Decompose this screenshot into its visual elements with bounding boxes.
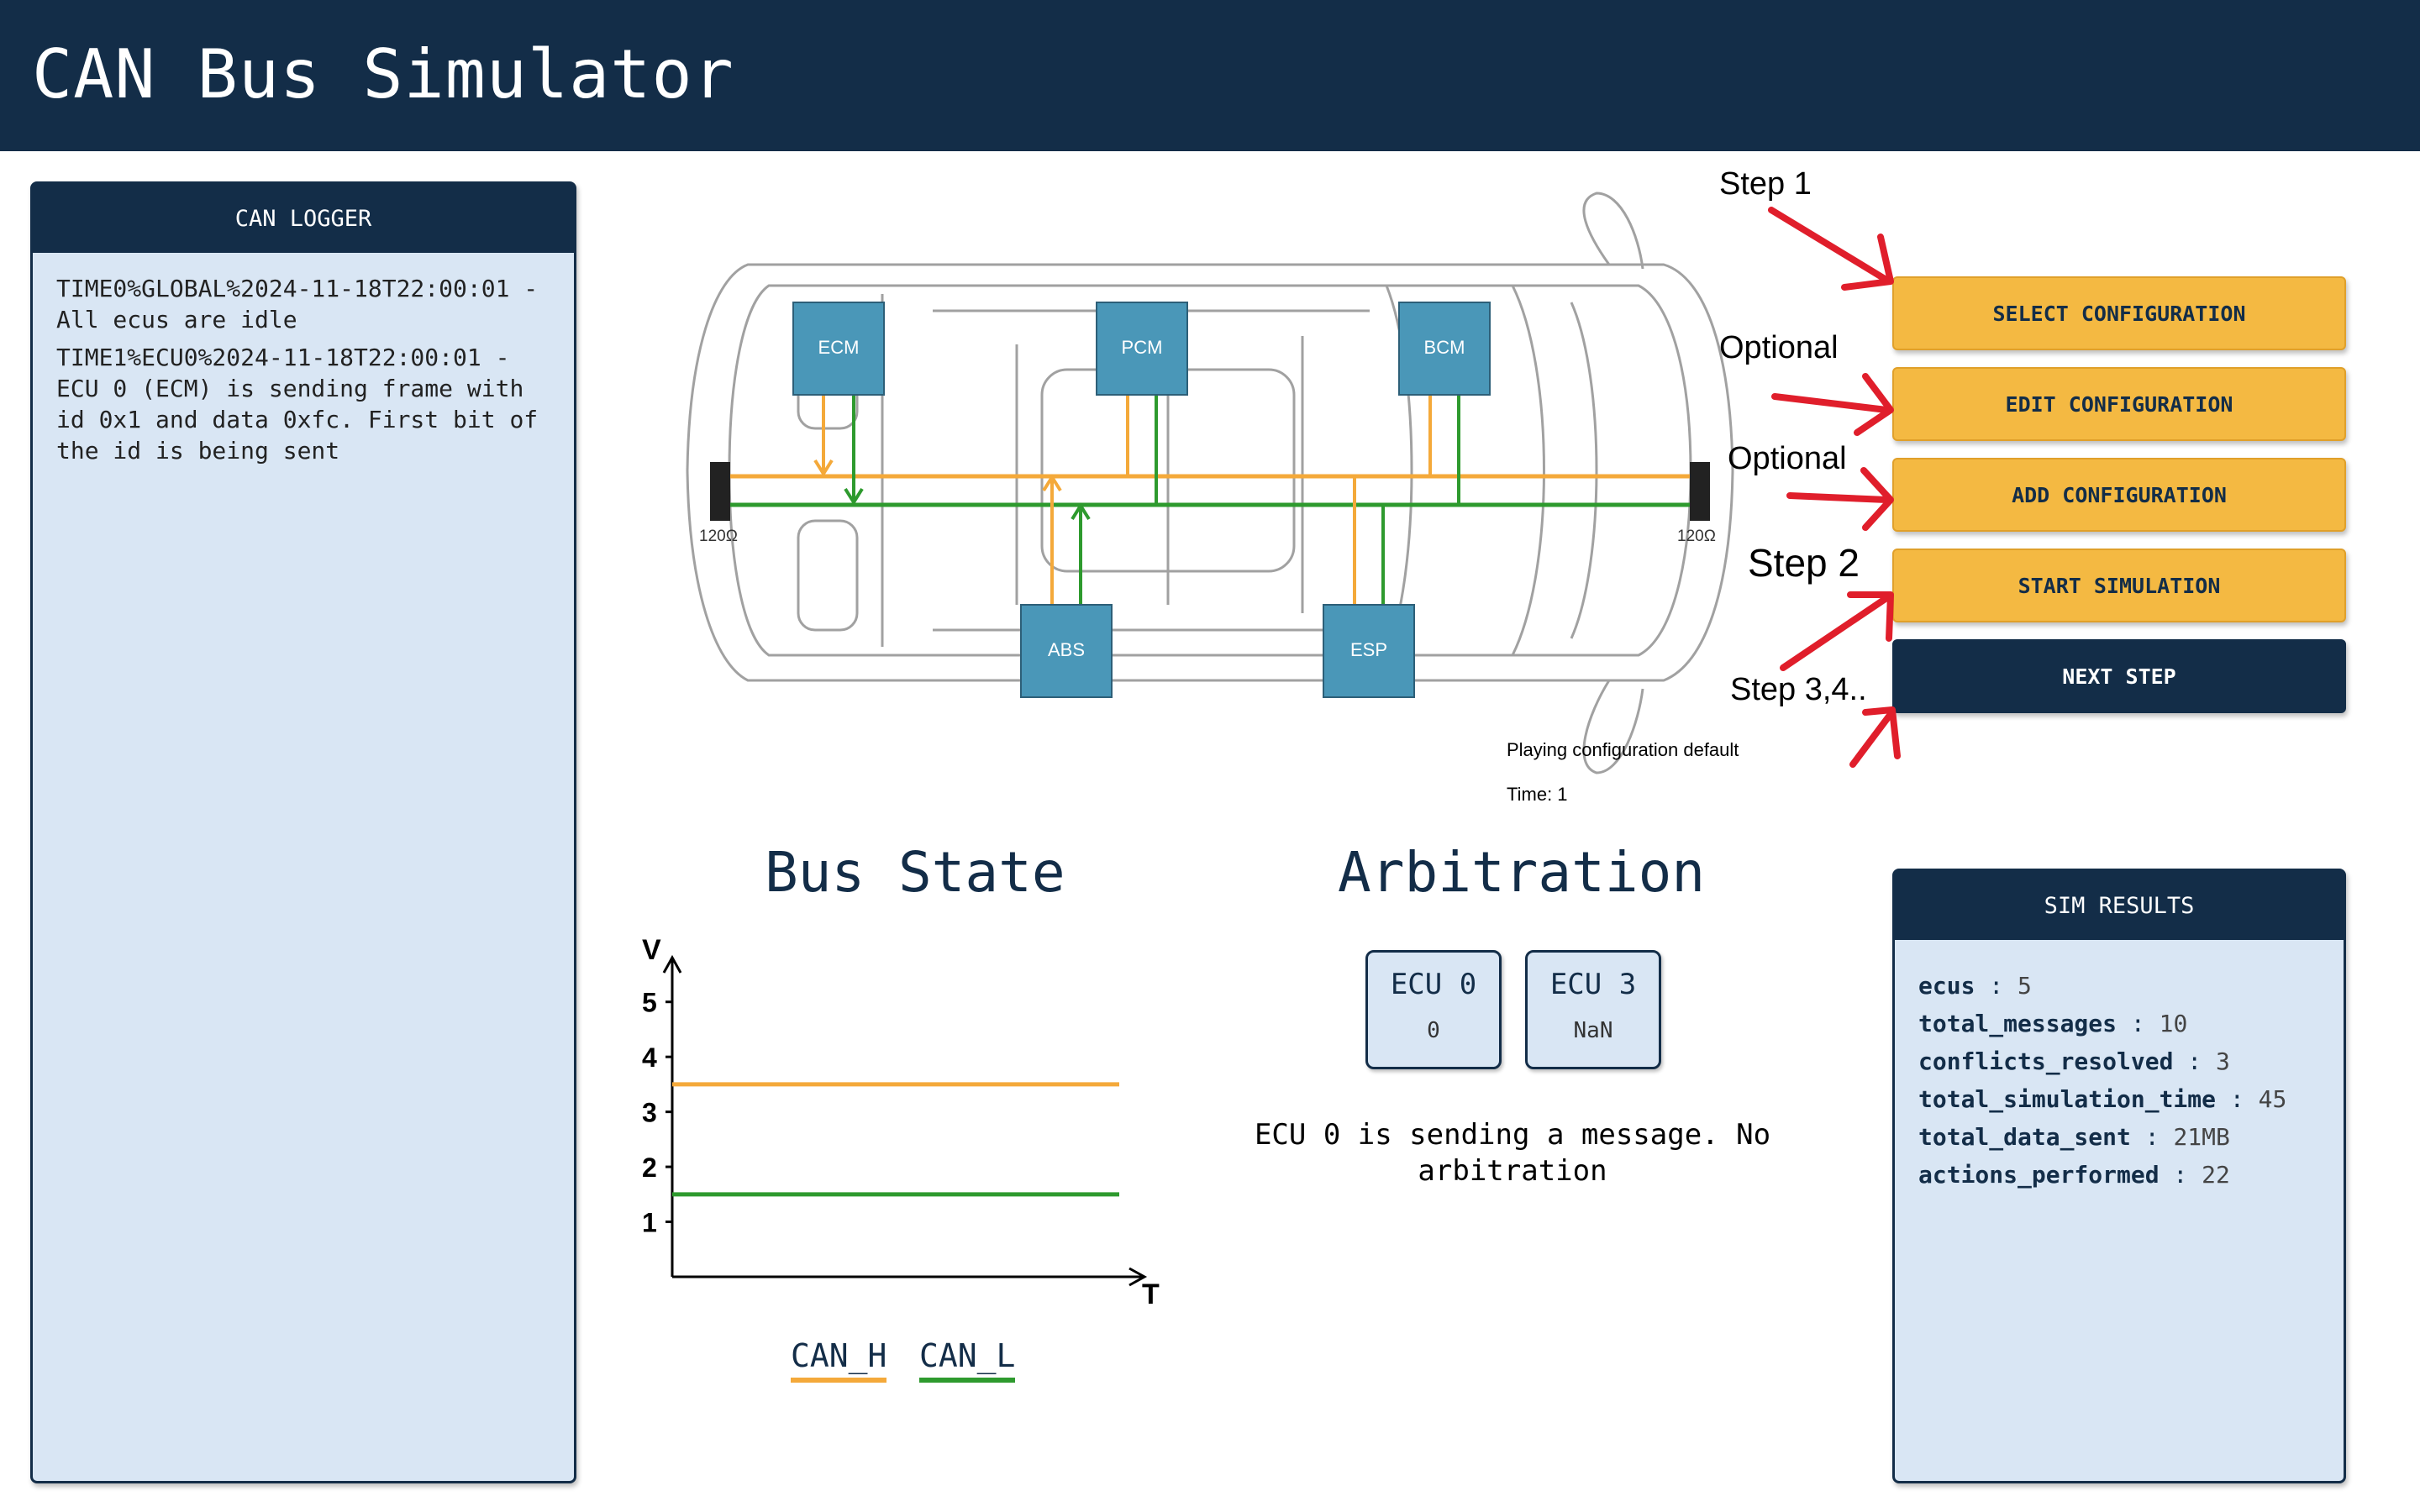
ecu-block-label: BCM xyxy=(1424,337,1465,358)
result-row: actions_performed : 22 xyxy=(1918,1161,2230,1189)
result-row: ecus : 5 xyxy=(1918,972,2032,1000)
select-configuration-button[interactable]: SELECT CONFIGURATION xyxy=(1892,276,2346,350)
result-row: total_simulation_time : 45 xyxy=(1918,1085,2287,1113)
arrow-icon xyxy=(1771,393,1890,413)
arrow-icon xyxy=(1786,492,1890,503)
ecu-block-label: ESP xyxy=(1350,639,1387,660)
arrow-icon xyxy=(1780,593,1892,671)
arbitration-message: ECU 0 is sending a message. No arbitrati… xyxy=(1254,1118,1771,1188)
ecu-block-label: ECM xyxy=(818,337,860,358)
terminator-left-label: 120Ω xyxy=(699,528,738,545)
legend-can-l: CAN_L xyxy=(919,1337,1016,1383)
arbitration-ecu-3: ECU 3 NaN xyxy=(1525,950,1661,1069)
ecu-block-label: ABS xyxy=(1048,639,1085,660)
ecu-block-esp[interactable]: ESP xyxy=(1323,604,1415,698)
result-row: conflicts_resolved : 3 xyxy=(1918,1047,2230,1075)
y-axis-label: V xyxy=(642,934,661,966)
result-row: total_data_sent : 21MB xyxy=(1918,1123,2230,1151)
log-entry: TIME0%GLOBAL%2024-11-18T22:00:01 - All e… xyxy=(56,275,553,333)
arbitration-ecu-value: NaN xyxy=(1573,1018,1613,1043)
arbitration-ecu-0: ECU 0 0 xyxy=(1365,950,1502,1069)
log-list[interactable]: TIME0%GLOBAL%2024-11-18T22:00:01 - All e… xyxy=(33,253,574,493)
y-tick-label: 4 xyxy=(642,1042,657,1073)
log-entry: TIME1%ECU0%2024-11-18T22:00:01 - ECU 0 (… xyxy=(56,344,553,465)
can-logger-title: CAN LOGGER xyxy=(33,184,574,253)
legend-can-h: CAN_H xyxy=(791,1337,887,1383)
arbitration-ecu-value: 0 xyxy=(1427,1018,1440,1043)
arrow-icon xyxy=(1768,207,1892,285)
sim-results-list: ecus : 5 total_messages : 10 conflicts_r… xyxy=(1895,940,2344,1221)
bus-state-chart: V T 1 2 3 4 5 xyxy=(642,934,1160,1310)
app-header: CAN Bus Simulator xyxy=(0,0,2420,151)
annotation-arrows xyxy=(1768,207,1901,768)
car-bus-diagram: 120Ω 120Ω ECM PCM BCM ABS ESP xyxy=(686,192,1734,774)
ecu-block-bcm[interactable]: BCM xyxy=(1398,302,1491,396)
arbitration-ecu-name: ECU 3 xyxy=(1549,968,1637,1001)
arbitration-ecu-name: ECU 0 xyxy=(1390,968,1477,1001)
ecu-block-abs[interactable]: ABS xyxy=(1020,604,1113,698)
arrow-icon xyxy=(1849,711,1894,768)
ecu-block-pcm[interactable]: PCM xyxy=(1096,302,1188,396)
time-readout: Time: 1 xyxy=(1507,784,1568,805)
ecu-block-ecm[interactable]: ECM xyxy=(792,302,885,396)
terminator-right-label: 120Ω xyxy=(1677,528,1716,545)
app-title: CAN Bus Simulator xyxy=(32,35,734,113)
add-configuration-button[interactable]: ADD CONFIGURATION xyxy=(1892,458,2346,532)
can-logger-panel: CAN LOGGER TIME0%GLOBAL%2024-11-18T22:00… xyxy=(30,181,576,1483)
y-tick-label: 1 xyxy=(642,1208,657,1238)
sim-results-title: SIM RESULTS xyxy=(1895,871,2344,940)
ecu-block-label: PCM xyxy=(1122,337,1163,358)
start-simulation-button[interactable]: START SIMULATION xyxy=(1892,549,2346,622)
edit-configuration-button[interactable]: EDIT CONFIGURATION xyxy=(1892,367,2346,441)
result-row: total_messages : 10 xyxy=(1918,1010,2188,1037)
arbitration-title: Arbitration xyxy=(1338,840,1706,905)
y-tick-label: 3 xyxy=(642,1098,657,1128)
terminator-right xyxy=(1690,462,1710,521)
car-outline xyxy=(686,192,1734,774)
bus-state-title: Bus State xyxy=(765,840,1065,905)
y-tick-label: 2 xyxy=(642,1152,657,1183)
terminator-left xyxy=(710,462,730,521)
y-tick-label: 5 xyxy=(642,988,657,1018)
arrow-icon xyxy=(1862,706,1901,759)
next-step-button[interactable]: NEXT STEP xyxy=(1892,639,2346,713)
playback-status: Playing configuration default xyxy=(1507,739,1739,760)
sim-results-panel: SIM RESULTS ecus : 5 total_messages : 10… xyxy=(1892,869,2346,1483)
x-axis-label: T xyxy=(1142,1278,1160,1310)
